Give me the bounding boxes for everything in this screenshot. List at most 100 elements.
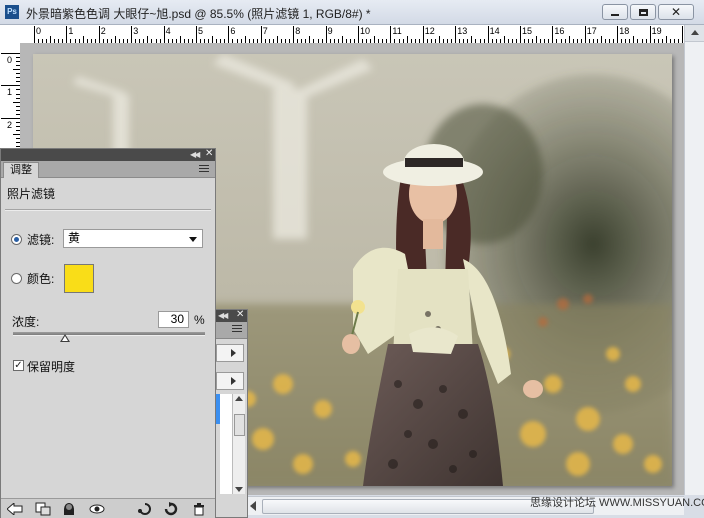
ruler-label: 18 (619, 26, 630, 36)
ruler-tick (520, 26, 521, 43)
color-swatch[interactable] (64, 264, 94, 293)
blend-mode-select[interactable] (216, 344, 244, 362)
ruler-tick (82, 36, 84, 43)
vertical-ruler[interactable]: 0 1 2 (0, 43, 21, 163)
close-icon[interactable]: ✕ (205, 148, 213, 159)
arrow-right-icon (231, 377, 236, 385)
ruler-label: 0 (7, 55, 13, 65)
panel-menu-icon[interactable] (232, 325, 242, 334)
ruler-tick (98, 26, 100, 43)
mask-icon[interactable] (61, 501, 77, 516)
horizontal-ruler[interactable]: 01234567891011121314151617181920 (20, 25, 684, 44)
minimize-button[interactable] (602, 4, 628, 20)
ruler-label: 2 (7, 119, 13, 130)
ruler-tick (13, 101, 20, 103)
scroll-up-icon[interactable] (685, 25, 704, 42)
ruler-tick (212, 36, 214, 43)
ruler-tick (13, 69, 20, 71)
ruler-tick (325, 26, 327, 43)
ruler-tick (50, 36, 52, 43)
back-arrow-icon[interactable] (7, 501, 23, 516)
maximize-button[interactable] (630, 4, 656, 20)
arrow-right-icon (231, 349, 236, 357)
ruler-tick (633, 36, 635, 43)
tab-adjustments[interactable]: 调整 (3, 162, 39, 178)
minimize-icon (611, 14, 619, 16)
clip-layer-icon[interactable] (35, 501, 51, 516)
panel-header[interactable]: ◀◀ ✕ (1, 148, 215, 161)
density-label: 浓度: (12, 315, 40, 329)
filter-dropdown-value: 黄 (68, 231, 81, 245)
color-radio[interactable] (11, 273, 22, 284)
document-title: 外景暗紫色色调 大眼仔~旭.psd @ 85.5% (照片滤镜 1, RGB/8… (26, 7, 371, 21)
ruler-tick (260, 26, 262, 43)
title-bar[interactable]: Ps 外景暗紫色色调 大眼仔~旭.psd @ 85.5% (照片滤镜 1, RG… (0, 0, 704, 25)
ruler-label: 19 (651, 26, 662, 36)
ruler-corner[interactable] (0, 25, 21, 44)
panel-tabbar: 调整 (1, 161, 215, 178)
ruler-label: 8 (295, 26, 301, 36)
ruler-tick (649, 26, 651, 43)
scroll-up-icon[interactable] (235, 396, 243, 401)
close-button[interactable]: ✕ (658, 4, 694, 20)
layers-panel-header[interactable]: ◀◀ ✕ (216, 309, 247, 322)
ruler-tick (503, 36, 505, 43)
eye-icon[interactable] (89, 501, 105, 516)
scroll-thumb[interactable] (234, 414, 245, 436)
trash-icon[interactable] (191, 501, 207, 516)
preserve-luminosity-checkbox[interactable]: ✓ (13, 360, 24, 371)
ruler-tick (277, 36, 278, 43)
fill-select[interactable] (216, 372, 244, 390)
ruler-label: 1 (68, 26, 74, 36)
filter-dropdown[interactable]: 黄 (63, 229, 203, 248)
close-icon[interactable]: ✕ (236, 309, 244, 320)
vertical-scrollbar[interactable] (684, 25, 704, 495)
ruler-label: 14 (489, 26, 500, 36)
ruler-tick (601, 36, 602, 43)
layer-list-scrollbar[interactable] (232, 394, 245, 494)
ruler-label: 6 (230, 26, 236, 36)
ruler-label: 1 (7, 87, 13, 98)
ruler-tick (455, 26, 457, 43)
panel-bottom-toolbar (1, 498, 215, 518)
ruler-label: 10 (360, 26, 371, 36)
collapse-icon[interactable]: ◀◀ (218, 311, 228, 320)
refresh-icon[interactable] (163, 501, 179, 516)
ruler-label: 9 (327, 26, 333, 36)
density-slider-thumb[interactable] (59, 334, 70, 342)
chevron-down-icon (189, 237, 197, 242)
ruler-tick (390, 26, 392, 43)
ruler-label: 2 (100, 26, 106, 36)
photoshop-icon: Ps (5, 5, 19, 19)
reset-icon[interactable] (137, 501, 153, 516)
density-input[interactable]: 30 (158, 311, 189, 328)
ruler-tick (244, 36, 246, 43)
ruler-tick (147, 36, 149, 43)
ruler-tick (66, 26, 68, 43)
adjustments-panel: ◀◀ ✕ 调整 照片滤镜 滤镜: 黄 颜色: 浓度: 30 % ✓ 保留明度 (0, 148, 216, 518)
ruler-label: 15 (522, 26, 533, 36)
watermark: 思缘设计论坛 WWW.MISSYUAN.COM (530, 497, 704, 509)
ruler-tick (228, 26, 230, 43)
ruler-tick (341, 36, 343, 43)
divider (5, 209, 211, 211)
ruler-tick (682, 26, 683, 43)
ruler-label: 13 (457, 26, 468, 36)
ruler-tick (471, 36, 473, 43)
ruler-tick (309, 36, 311, 43)
scroll-down-icon[interactable] (235, 487, 243, 492)
layer-list[interactable] (220, 394, 232, 494)
ruler-tick (568, 36, 570, 43)
filter-radio[interactable] (11, 234, 22, 245)
scroll-left-icon[interactable] (250, 501, 256, 511)
ruler-tick (131, 26, 133, 43)
ruler-label: 11 (392, 26, 402, 36)
ruler-label: 16 (554, 26, 565, 36)
ruler-tick (196, 26, 197, 43)
collapse-icon[interactable]: ◀◀ (190, 150, 200, 159)
panel-menu-icon[interactable] (199, 165, 209, 173)
layers-panel-tabbar (216, 322, 247, 339)
ruler-tick (665, 36, 667, 43)
ruler-label: 17 (586, 26, 597, 36)
density-slider[interactable] (13, 332, 205, 336)
